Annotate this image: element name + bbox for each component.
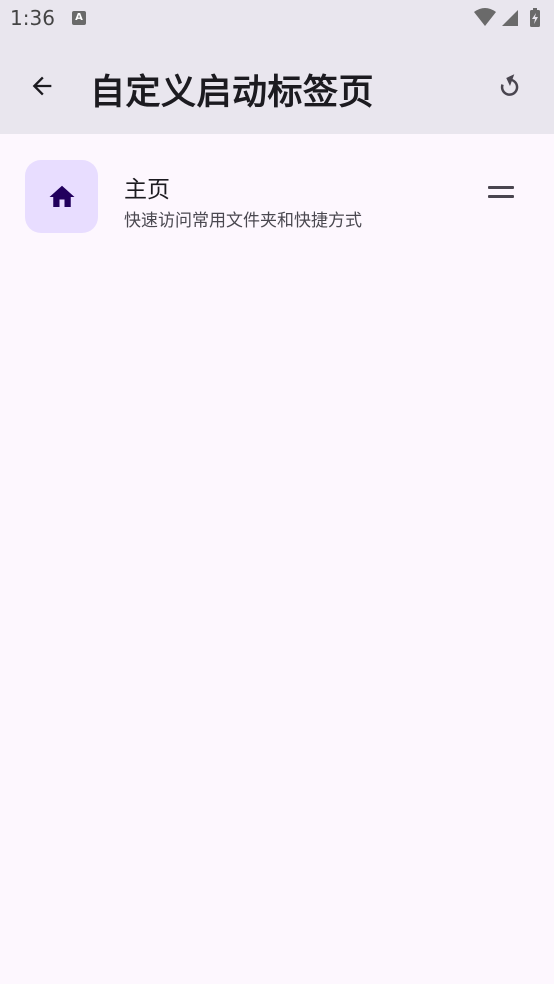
wifi-icon — [474, 8, 496, 26]
app-bar: 自定义启动标签页 — [0, 38, 554, 134]
status-bar: 1:36 A — [0, 0, 554, 38]
page-title: 自定义启动标签页 — [90, 73, 375, 113]
tab-list: 主页 快速访问常用文件夹和快捷方式 — [0, 134, 554, 984]
arrow-back-icon — [32, 76, 52, 96]
status-indicators — [474, 8, 546, 28]
home-icon — [49, 185, 74, 207]
reset-button[interactable] — [486, 62, 534, 110]
status-time: 1:36 — [10, 6, 55, 30]
reset-icon — [500, 74, 519, 96]
signal-icon — [502, 10, 518, 26]
list-item-subtitle: 快速访问常用文件夹和快捷方式 — [124, 211, 362, 231]
drag-handle-icon[interactable] — [488, 186, 516, 206]
list-item-title: 主页 — [124, 177, 170, 203]
notification-icon: A — [72, 11, 86, 25]
battery-icon — [530, 8, 540, 27]
home-tab-icon-tile — [25, 160, 98, 233]
back-button[interactable] — [18, 62, 66, 110]
list-item-home[interactable]: 主页 快速访问常用文件夹和快捷方式 — [0, 150, 554, 242]
